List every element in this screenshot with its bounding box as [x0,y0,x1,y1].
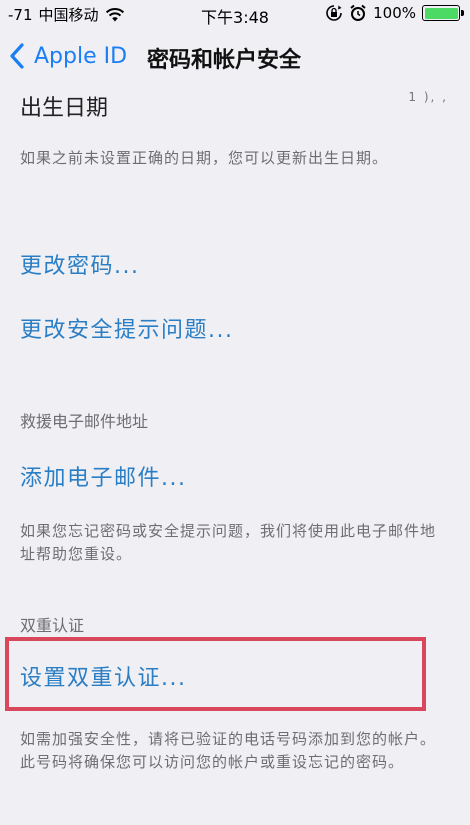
add-email-button[interactable]: 添加电子邮件... [20,460,186,492]
battery-fill [424,7,458,19]
alarm-clock-icon [350,4,366,21]
chevron-left-icon [10,43,24,69]
change-password-button[interactable]: 更改密码... [20,248,139,280]
battery-icon [422,5,464,21]
two-factor-header: 双重认证 [20,616,85,635]
birthday-label[interactable]: 出生日期 [20,90,108,122]
page-title: 密码和帐户安全 [147,48,302,73]
back-button[interactable]: Apple ID [8,42,127,70]
change-security-questions-button[interactable]: 更改安全提示问题... [20,312,233,344]
rescue-email-header: 救援电子邮件地址 [20,412,149,431]
two-factor-description: 如需加强安全性，请将已验证的电话号码添加到您的帐户。此号码将确保您可以访问您的帐… [20,730,437,771]
rotation-lock-icon [326,5,342,21]
status-bar: -71 中国移动 下午3:48 100% [0,0,470,27]
birthday-description: 如果之前未设置正确的日期，您可以更新出生日期。 [20,149,389,167]
back-button-label: Apple ID [34,43,128,69]
rescue-email-description: 如果您忘记密码或安全提示问题，我们将使用此电子邮件地址帮助您重设。 [20,522,437,563]
setup-two-factor-button[interactable]: 设置双重认证... [20,660,186,692]
birthday-value: 1 ), , [408,90,448,104]
status-right: 100% [325,4,464,22]
battery-percent: 100% [373,4,416,22]
navigation-bar: Apple ID 密码和帐户安全 [0,26,470,92]
